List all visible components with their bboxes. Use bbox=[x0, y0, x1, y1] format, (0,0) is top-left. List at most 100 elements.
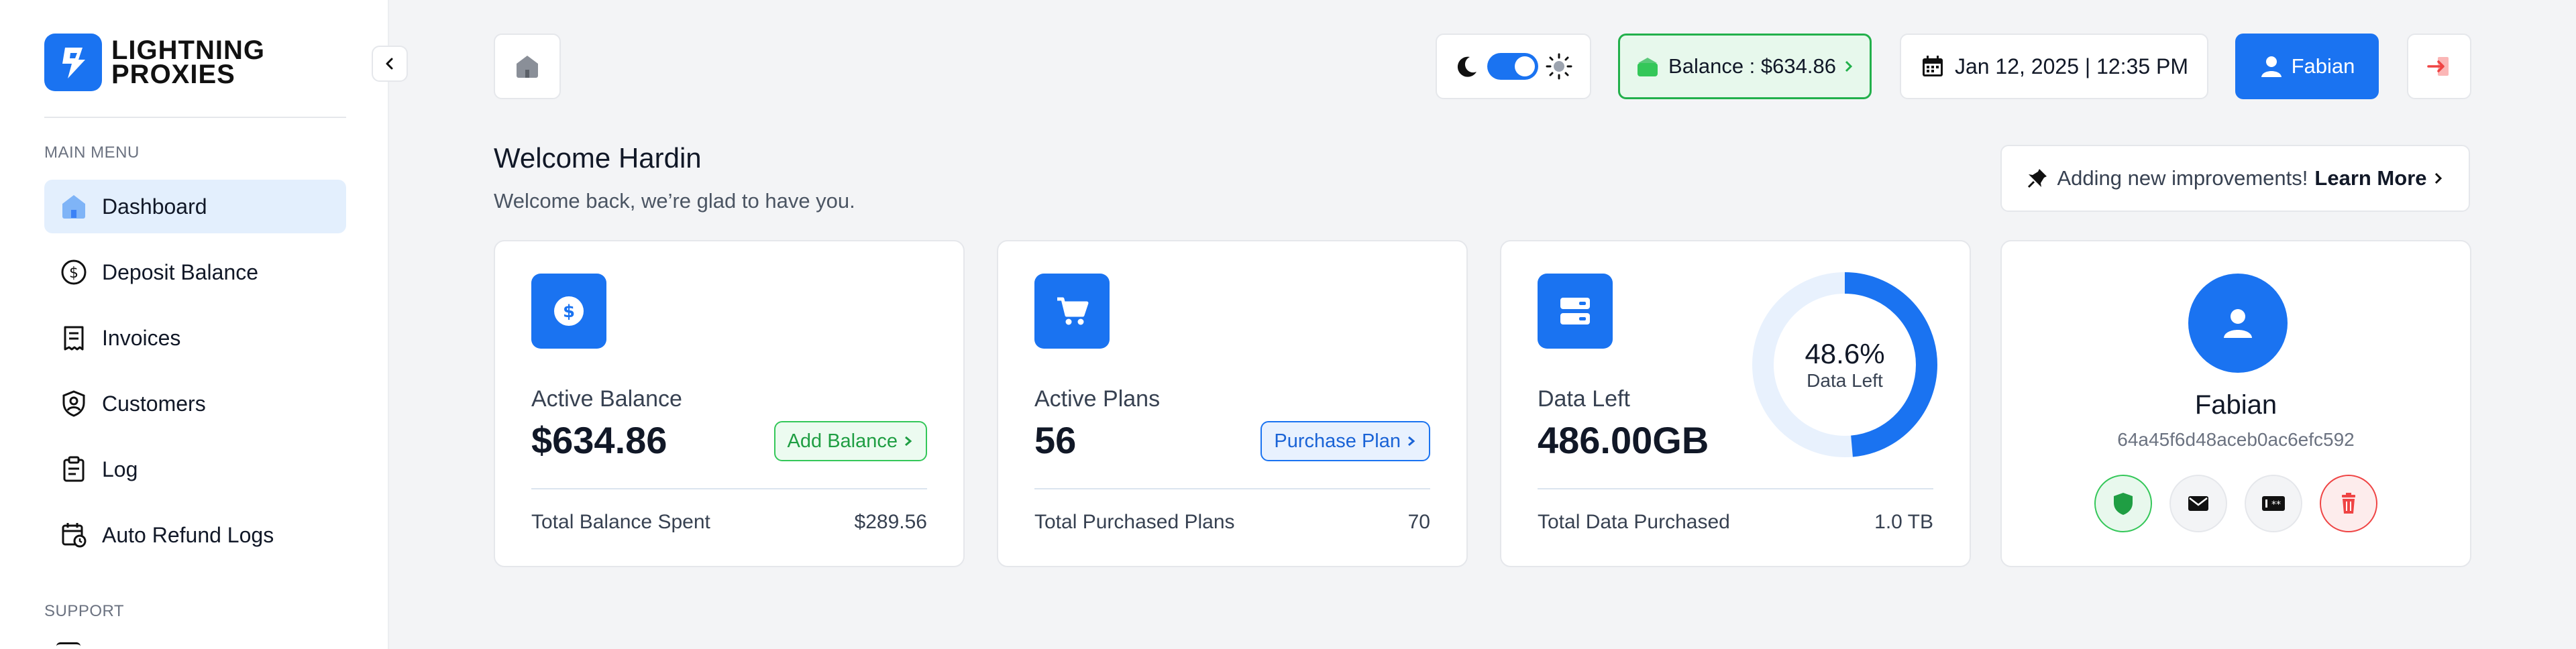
profile-actions: ** bbox=[2002, 475, 2470, 532]
home-icon bbox=[517, 56, 538, 78]
sidebar-item-label: Invoices bbox=[102, 325, 181, 350]
password-button[interactable]: ** bbox=[2245, 475, 2302, 532]
security-button[interactable] bbox=[2094, 475, 2152, 532]
brand-logo[interactable]: LIGHTNING PROXIES bbox=[44, 34, 265, 91]
announcement-banner[interactable]: Adding new improvements! Learn More bbox=[2000, 145, 2470, 212]
page-title: Welcome Hardin bbox=[494, 142, 702, 174]
sidebar-item-dashboard[interactable]: Dashboard bbox=[44, 180, 346, 233]
date-time-display: Jan 12, 2025 | 12:35 PM bbox=[1900, 34, 2208, 99]
user-shield-icon bbox=[58, 388, 90, 420]
purchase-plan-button[interactable]: Purchase Plan bbox=[1260, 421, 1430, 461]
logout-button[interactable] bbox=[2407, 34, 2471, 99]
clipboard-icon bbox=[58, 453, 90, 485]
support-label: SUPPORT bbox=[44, 602, 125, 620]
card-value: 486.00GB bbox=[1538, 419, 1709, 461]
home-button[interactable] bbox=[494, 34, 561, 99]
lightning-logo-icon bbox=[44, 34, 102, 91]
chevron-right-icon bbox=[905, 436, 912, 447]
footer-label: Total Data Purchased bbox=[1538, 511, 1730, 533]
chevron-right-icon bbox=[1845, 60, 1853, 72]
sidebar-item-log[interactable]: Log bbox=[44, 442, 346, 496]
wallet-icon bbox=[1638, 58, 1658, 76]
collapse-sidebar-button[interactable] bbox=[372, 46, 408, 82]
card-value: $634.86 bbox=[531, 419, 667, 461]
brand-line-2: PROXIES bbox=[111, 60, 235, 89]
pin-icon bbox=[2028, 169, 2047, 188]
trash-icon bbox=[2342, 493, 2355, 514]
divider bbox=[531, 488, 927, 489]
sidebar-item-customers[interactable]: Customers bbox=[44, 377, 346, 430]
footer-value: 1.0 TB bbox=[1874, 511, 1933, 533]
sidebar-item-label: Auto Refund Logs bbox=[102, 522, 274, 547]
date-time-text: Jan 12, 2025 | 12:35 PM bbox=[1954, 54, 2189, 78]
avatar[interactable] bbox=[2188, 274, 2288, 373]
add-balance-label: Add Balance bbox=[787, 430, 898, 452]
footer-label: Total Purchased Plans bbox=[1034, 511, 1235, 533]
page-subtitle: Welcome back, we’re glad to have you. bbox=[494, 189, 855, 213]
card-label: Data Left bbox=[1538, 386, 1630, 412]
password-icon: ** bbox=[2262, 496, 2285, 511]
theme-switch[interactable] bbox=[1487, 53, 1538, 80]
profile-name: Fabian bbox=[2194, 390, 2277, 420]
learn-more-link[interactable]: Learn More bbox=[2314, 166, 2426, 190]
sidebar-item-invoices[interactable]: Invoices bbox=[44, 311, 346, 365]
receipt-icon bbox=[58, 322, 90, 354]
svg-text:**: ** bbox=[2271, 499, 2281, 510]
mail-icon bbox=[2188, 496, 2208, 511]
svg-text:$: $ bbox=[563, 302, 575, 322]
data-left-card: 48.6% Data Left Data Left 486.00GB Total… bbox=[1500, 240, 1971, 567]
sidebar-item-auto-refund-logs[interactable]: Auto Refund Logs bbox=[44, 508, 346, 562]
dollar-coin-icon: $ bbox=[531, 274, 606, 349]
chevron-left-icon bbox=[386, 58, 393, 70]
delete-button[interactable] bbox=[2320, 475, 2377, 532]
card-value: 56 bbox=[1034, 419, 1077, 461]
profile-card: Fabian 64a45f6d48aceb0ac6efc592 ** bbox=[2000, 240, 2471, 567]
calendar-icon bbox=[1922, 56, 1943, 76]
announcement-text: Adding new improvements! bbox=[2057, 166, 2308, 190]
cart-icon bbox=[1034, 274, 1110, 349]
active-balance-card: $ Active Balance $634.86 Add Balance Tot… bbox=[494, 240, 965, 567]
divider bbox=[44, 117, 346, 118]
main-menu-label: MAIN MENU bbox=[44, 143, 140, 162]
moon-icon bbox=[1457, 56, 1477, 77]
email-button[interactable] bbox=[2169, 475, 2227, 532]
sidebar-item-deposit-balance[interactable]: $ Deposit Balance bbox=[44, 245, 346, 299]
profile-id: 64a45f6d48aceb0ac6efc592 bbox=[2117, 429, 2355, 450]
sidebar-item-label: Dashboard bbox=[102, 194, 207, 219]
user-icon bbox=[2224, 309, 2252, 338]
shield-icon bbox=[2114, 493, 2133, 515]
footer-value: 70 bbox=[1407, 511, 1430, 533]
chevron-right-icon bbox=[1408, 436, 1415, 447]
user-icon bbox=[2261, 56, 2282, 77]
calendar-clock-icon bbox=[58, 519, 90, 551]
user-name: Fabian bbox=[2291, 54, 2355, 78]
server-icon bbox=[1538, 274, 1613, 349]
sun-icon bbox=[1546, 53, 1572, 80]
brand-line-1: LIGHTNING bbox=[111, 36, 265, 65]
balance-button[interactable]: Balance : $634.86 bbox=[1618, 34, 1872, 99]
purchase-plan-label: Purchase Plan bbox=[1274, 430, 1401, 452]
divider bbox=[1034, 488, 1430, 489]
footer-label: Total Balance Spent bbox=[531, 511, 710, 533]
card-label: Active Plans bbox=[1034, 386, 1161, 412]
sidebar-item-label: Customers bbox=[102, 391, 206, 416]
chevron-right-icon bbox=[2434, 172, 2442, 184]
active-plans-card: Active Plans 56 Purchase Plan Total Purc… bbox=[997, 240, 1468, 567]
card-label: Active Balance bbox=[531, 386, 682, 412]
dollar-circle-icon: $ bbox=[58, 256, 90, 288]
logout-icon bbox=[2427, 57, 2449, 76]
theme-toggle[interactable] bbox=[1436, 34, 1591, 99]
svg-text:$: $ bbox=[69, 265, 78, 282]
balance-label: Balance : $634.86 bbox=[1668, 54, 1836, 78]
user-menu-button[interactable]: Fabian bbox=[2235, 34, 2379, 99]
add-balance-button[interactable]: Add Balance bbox=[773, 421, 927, 461]
data-left-percent: 48.6% bbox=[1805, 338, 1885, 369]
sidebar-item-label: Deposit Balance bbox=[102, 259, 259, 284]
sidebar: LIGHTNING PROXIES MAIN MENU Dashboard $ … bbox=[0, 0, 389, 649]
divider bbox=[1538, 488, 1933, 489]
data-left-percent-label: Data Left bbox=[1807, 370, 1883, 391]
sidebar-item-label: Log bbox=[102, 457, 138, 481]
home-icon bbox=[58, 190, 90, 223]
footer-value: $289.56 bbox=[854, 511, 927, 533]
support-item-icon bbox=[56, 642, 80, 649]
